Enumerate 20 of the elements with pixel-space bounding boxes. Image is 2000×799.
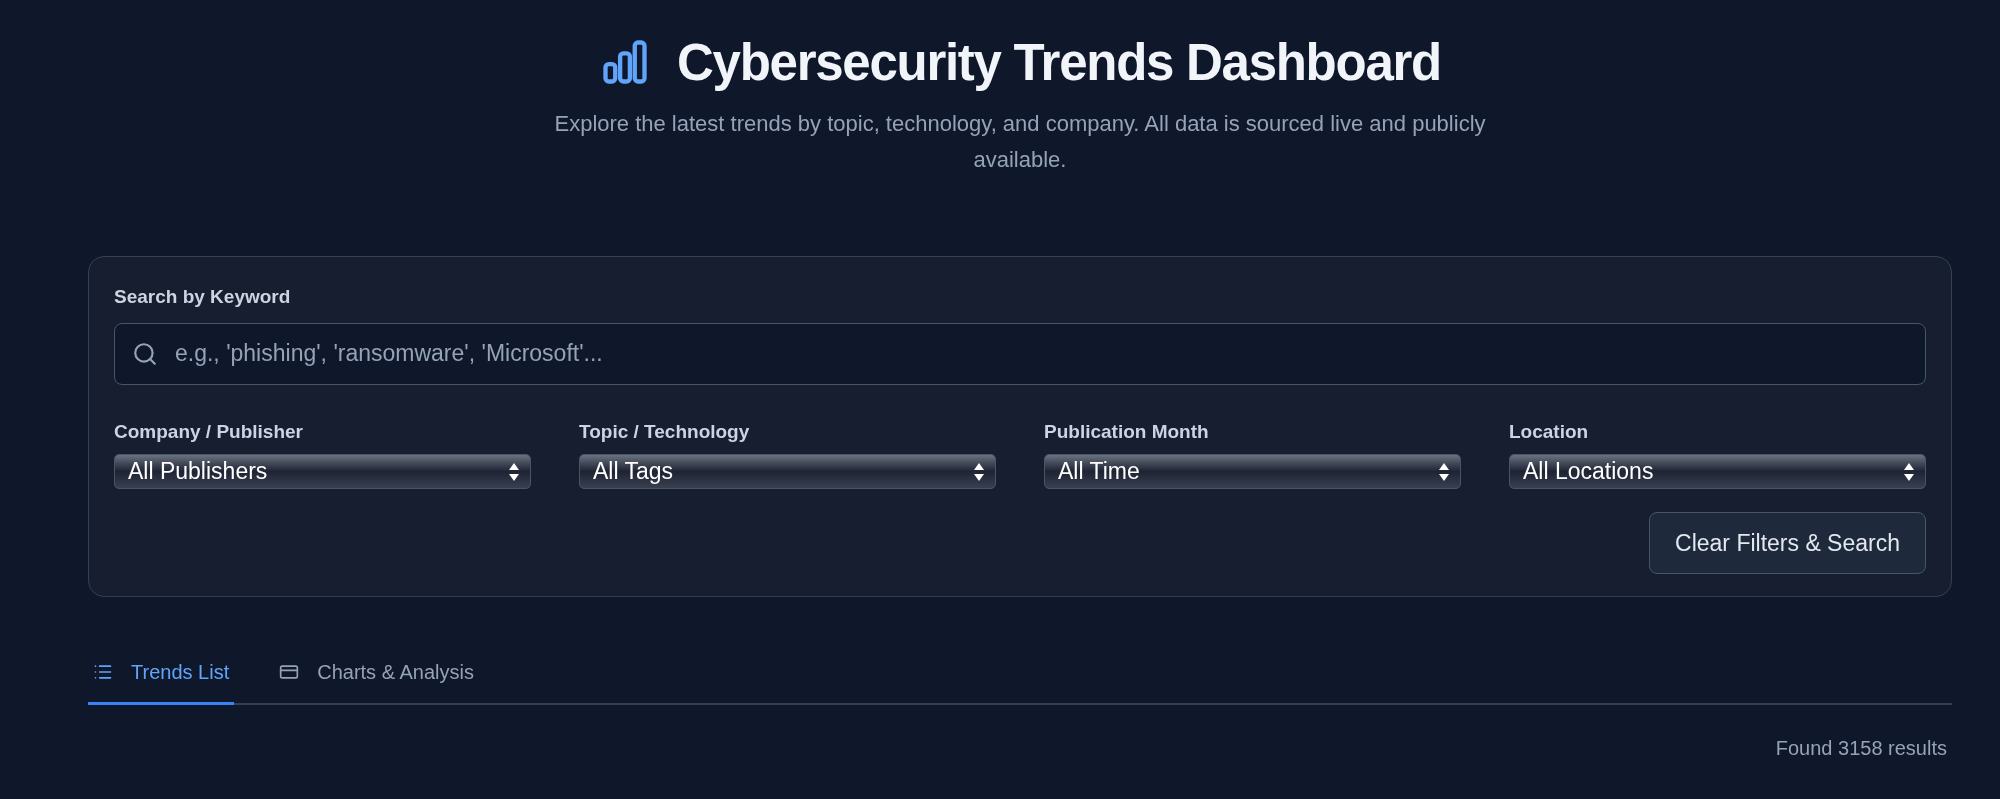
- select-label: Location: [1509, 419, 1590, 444]
- tab[interactable]: Charts & Analysis: [274, 641, 479, 705]
- up-down-arrows-icon: [1903, 461, 1915, 482]
- search-field[interactable]: e.g., 'phishing', 'ransomware', 'Microsoft'...: [114, 322, 1926, 385]
- select-label: Company / Publisher: [114, 419, 304, 444]
- select-label: Publication Month: [1044, 419, 1210, 444]
- search-icon: [132, 340, 158, 367]
- clear-filters-button[interactable]: Clear Filters & Search: [1649, 512, 1926, 574]
- dropdown-select[interactable]: All Publishers: [114, 454, 531, 489]
- up-down-arrows-icon: [508, 461, 520, 482]
- search-label: Search by Keyword: [114, 285, 292, 309]
- dropdown-select[interactable]: All Tags: [579, 454, 996, 489]
- dropdown-select[interactable]: All Time: [1044, 454, 1461, 489]
- dropdown-select[interactable]: All Locations: [1509, 454, 1926, 489]
- page-subtitle: Explore the latest trends by topic, technology, and company. All data is sourced live and publicly available.: [553, 110, 1487, 174]
- up-down-arrows-icon: [973, 461, 985, 482]
- up-down-arrows-icon: [1438, 461, 1450, 482]
- results-count: Found 3158 results: [1775, 736, 1947, 761]
- tab[interactable]: Trends List: [88, 641, 235, 705]
- select-label: Topic / Technology: [579, 419, 751, 444]
